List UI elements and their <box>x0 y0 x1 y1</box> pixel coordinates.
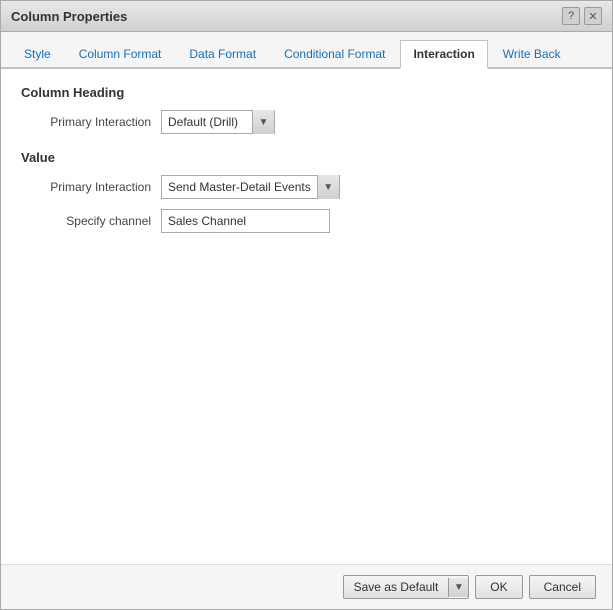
dialog-title: Column Properties <box>11 9 127 24</box>
value-primary-interaction-value: Send Master-Detail Events <box>162 180 317 194</box>
value-primary-interaction-row: Primary Interaction Send Master-Detail E… <box>21 175 592 199</box>
tab-conditional-format[interactable]: Conditional Format <box>271 40 398 69</box>
dialog-titlebar: Column Properties ? ✕ <box>1 1 612 32</box>
tabs-bar: Style Column Format Data Format Conditio… <box>1 32 612 69</box>
dialog-footer: Save as Default ▼ OK Cancel <box>1 564 612 609</box>
titlebar-actions: ? ✕ <box>562 7 602 25</box>
close-button[interactable]: ✕ <box>584 7 602 25</box>
value-primary-interaction-arrow[interactable]: ▼ <box>317 175 339 199</box>
tab-style[interactable]: Style <box>11 40 64 69</box>
ok-button[interactable]: OK <box>475 575 522 599</box>
save-as-default-label: Save as Default <box>344 576 449 598</box>
column-heading-primary-interaction-label: Primary Interaction <box>21 115 161 129</box>
save-as-default-button[interactable]: Save as Default ▼ <box>343 575 470 599</box>
specify-channel-input[interactable] <box>161 209 330 233</box>
value-section: Value Primary Interaction Send Master-De… <box>21 150 592 233</box>
column-properties-dialog: Column Properties ? ✕ Style Column Forma… <box>0 0 613 610</box>
tab-write-back[interactable]: Write Back <box>490 40 574 69</box>
column-heading-primary-interaction-arrow[interactable]: ▼ <box>252 110 274 134</box>
value-section-title: Value <box>21 150 592 165</box>
cancel-button[interactable]: Cancel <box>529 575 596 599</box>
column-heading-primary-interaction-select[interactable]: Default (Drill) ▼ <box>161 110 275 134</box>
save-as-default-dropdown-arrow[interactable]: ▼ <box>448 578 468 597</box>
help-button[interactable]: ? <box>562 7 580 25</box>
column-heading-primary-interaction-value: Default (Drill) <box>162 115 252 129</box>
specify-channel-row: Specify channel <box>21 209 592 233</box>
value-primary-interaction-select[interactable]: Send Master-Detail Events ▼ <box>161 175 340 199</box>
column-heading-section-title: Column Heading <box>21 85 592 100</box>
tab-column-format[interactable]: Column Format <box>66 40 175 69</box>
tab-data-format[interactable]: Data Format <box>176 40 269 69</box>
value-primary-interaction-label: Primary Interaction <box>21 180 161 194</box>
specify-channel-label: Specify channel <box>21 214 161 228</box>
dialog-body: Column Heading Primary Interaction Defau… <box>1 69 612 564</box>
column-heading-primary-interaction-row: Primary Interaction Default (Drill) ▼ <box>21 110 592 134</box>
tab-interaction[interactable]: Interaction <box>400 40 487 69</box>
